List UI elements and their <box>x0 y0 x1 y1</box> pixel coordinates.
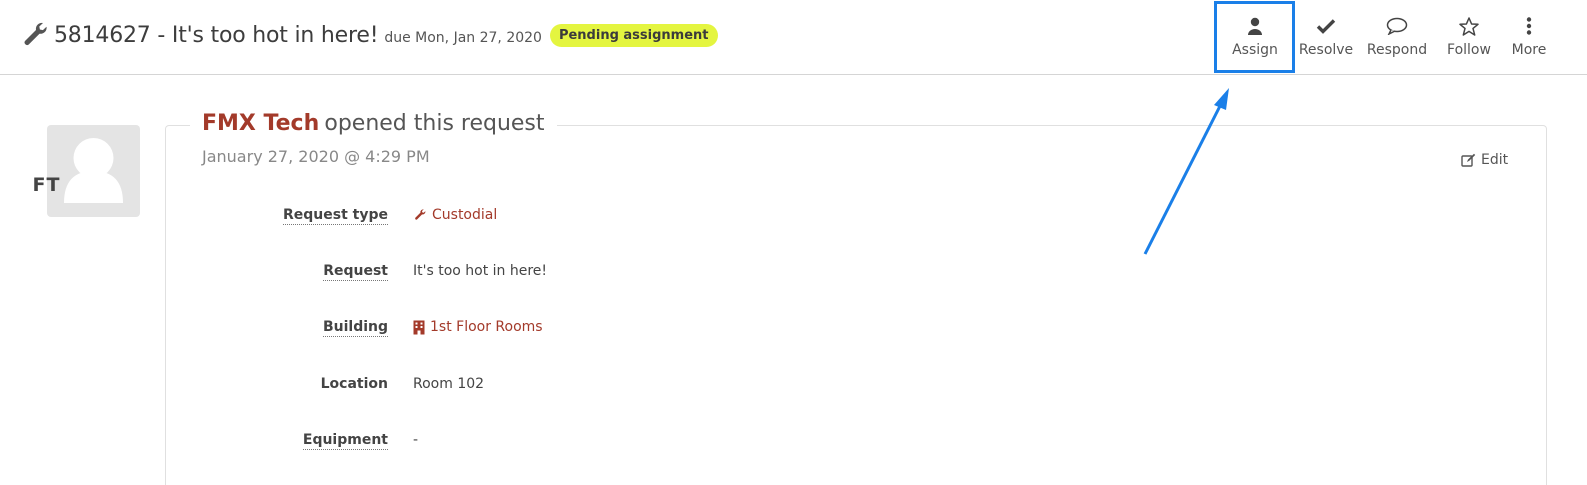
field-value-building[interactable]: 1st Floor Rooms <box>413 319 543 335</box>
speech-bubble-icon <box>1386 17 1408 35</box>
resolve-button[interactable]: Resolve <box>1289 0 1363 73</box>
field-label-equipment[interactable]: Equipment <box>302 432 388 450</box>
request-card <box>165 125 1547 485</box>
star-icon <box>1459 16 1479 36</box>
building-value: 1st Floor Rooms <box>430 319 543 335</box>
edit-icon <box>1461 153 1476 167</box>
field-label-request[interactable]: Request <box>323 263 388 281</box>
more-button[interactable]: More <box>1493 0 1565 73</box>
respond-label: Respond <box>1366 42 1428 58</box>
edit-label: Edit <box>1481 152 1509 168</box>
author-link[interactable]: FMX Tech <box>202 111 319 136</box>
request-timestamp: January 27, 2020 @ 4:29 PM <box>202 147 430 166</box>
person-silhouette-icon <box>64 138 123 203</box>
wrench-icon <box>415 209 426 220</box>
request-card-heading: FMX Tech opened this request <box>190 111 557 136</box>
field-value-request-type[interactable]: Custodial <box>413 207 497 223</box>
edit-button[interactable]: Edit <box>1461 152 1508 168</box>
equipment-value: - <box>413 432 419 448</box>
location-value: Room 102 <box>413 376 485 392</box>
due-date: due Mon, Jan 27, 2020 <box>384 30 542 46</box>
field-value-location: Room 102 <box>413 376 484 392</box>
respond-button[interactable]: Respond <box>1360 0 1434 73</box>
field-value-equipment: - <box>413 432 418 448</box>
resolve-label: Resolve <box>1298 42 1354 58</box>
page-title: 5814627 - It's too hot in here! <box>54 22 379 48</box>
check-icon <box>1316 19 1336 34</box>
follow-label: Follow <box>1447 42 1491 58</box>
avatar-initials: FT <box>32 174 61 196</box>
status-badge: Pending assignment <box>549 23 718 47</box>
more-label: More <box>1511 42 1547 58</box>
action-text: opened this request <box>324 111 545 136</box>
title-bar: 5814627 - It's too hot in here! due Mon,… <box>22 20 718 50</box>
avatar <box>47 125 140 217</box>
field-label-request-type[interactable]: Request type <box>283 207 388 225</box>
field-label-building[interactable]: Building <box>322 319 388 337</box>
field-value-request: It's too hot in here! <box>413 263 547 279</box>
vertical-dots-icon <box>1526 17 1532 35</box>
wrench-icon <box>24 22 47 46</box>
field-label-location: Location <box>320 376 388 392</box>
assign-highlight-box <box>1214 1 1295 73</box>
request-type-value: Custodial <box>432 207 498 223</box>
request-value: It's too hot in here! <box>413 263 548 279</box>
building-icon <box>413 320 425 334</box>
